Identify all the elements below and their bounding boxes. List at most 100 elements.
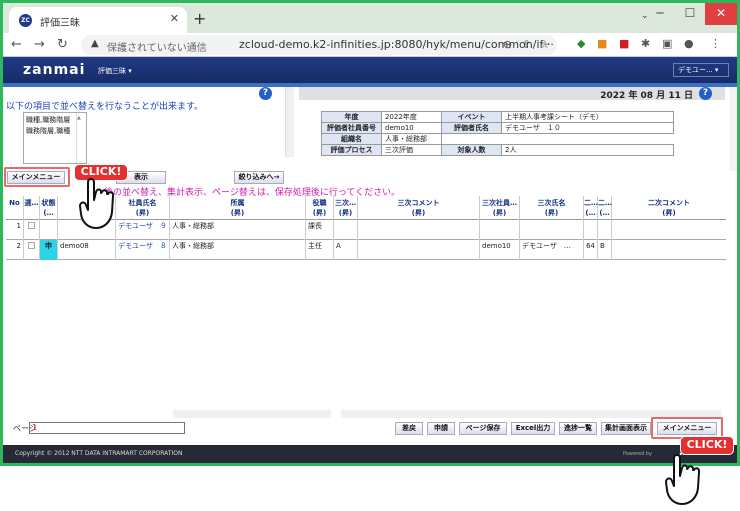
progress-list-button[interactable]: 進捗一覧 [559,422,597,435]
info-value: demo10 [381,122,442,134]
info-label: 評価者社員番号 [321,122,382,134]
info-pane: 2022 年 08 月 11 日 ? 年度 2022年度 イベント 上半期人事考… [299,87,737,157]
sidebar-icon[interactable]: ▣ [662,37,672,50]
info-label: 対象人数 [441,144,502,156]
col-header[interactable]: 所属 (昇) [170,196,306,220]
profile-icon[interactable]: ● [684,37,694,50]
col-header[interactable]: 役職 (昇) [306,196,334,220]
help-icon[interactable]: ? [259,87,272,100]
row-comment3 [358,240,480,260]
window-close-icon[interactable]: ✕ [705,3,737,25]
row-name-link[interactable]: デモユーザ ９ [116,220,170,240]
row-name3 [520,220,584,240]
new-tab-icon[interactable]: + [193,9,206,28]
share-icon[interactable]: ⇪ [522,38,531,51]
info-value: 人事・総務部 [381,133,442,145]
tab-title: 評価三昧 [40,18,80,29]
app-header: zanmai 評価三昧 ▾ デモユー... ▾ [3,57,737,83]
info-header: 2022 年 08 月 11 日 [299,87,725,101]
col-header[interactable]: 二次コメント (昇) [612,196,726,220]
info-value: 上半期人事考課シート（デモ） [501,111,674,123]
col-header[interactable]: 二… (… [598,196,612,220]
info-label: 評価プロセス [321,144,382,156]
col-header[interactable]: 三次氏名 (昇) [520,196,584,220]
info-value: 2022年度 [381,111,442,123]
row-c2: B [598,240,612,260]
pdf-extension-icon[interactable]: ■ [619,37,629,50]
table-row[interactable]: 2 申 demo08 デモユーザ ８ 人事・総務部 主任 A demo10 デモ… [6,240,726,260]
row-comment2 [612,220,726,240]
col-header[interactable]: No [6,196,24,220]
excel-export-button[interactable]: Excel出力 [511,422,555,435]
row-grade3: A [334,240,358,260]
row-status: 申 [40,240,58,260]
star-icon[interactable]: ☆ [540,38,550,51]
scrollbar[interactable] [173,410,331,418]
sort-message: 以下の項目で並べ替えを行なうことが出来ます。 [6,102,204,112]
maximize-icon[interactable]: ☐ [675,3,705,25]
info-label: イベント [441,111,502,123]
app-logo: zanmai [23,62,86,78]
row-no: 2 [6,240,24,260]
info-table: 年度 2022年度 イベント 上半期人事考課シート（デモ） 評価者社員番号 de… [321,111,674,156]
scrollbar[interactable]: ▲ [76,113,84,163]
address-bar: ← → ↻ ▲ 保護されていない通信 zcloud-demo.k2-infini… [3,33,737,57]
puzzle-icon[interactable]: ✱ [641,37,650,50]
remand-button[interactable]: 差戻 [395,422,423,435]
tab-bar: ZC 評価三昧 ✕ + ⌄ ─ ☐ ✕ [3,3,737,33]
info-label: 組織名 [321,133,382,145]
close-tab-icon[interactable]: ✕ [170,12,179,25]
col-header[interactable]: 選… [24,196,40,220]
row-c1: 64 [584,240,598,260]
col-header[interactable]: 三次社員… (昇) [480,196,520,220]
user-menu[interactable]: デモユー... ▾ [673,63,729,77]
extension-icon[interactable]: ◆ [577,37,585,50]
back-icon[interactable]: ← [11,37,22,52]
powered-by: Powered by [623,451,652,457]
sort-listbox[interactable]: 職種,職務階層 職務階層,職種 ▲ [23,112,87,164]
forward-icon[interactable]: → [34,37,45,52]
pointing-hand-icon [79,178,115,229]
help-icon[interactable]: ? [699,87,712,100]
app-menu[interactable]: 評価三昧 ▾ [98,66,132,76]
save-page-button[interactable]: ページ保存 [459,422,507,435]
aggregate-button[interactable]: 集計画面表示 [601,422,651,435]
row-comment3 [358,220,480,240]
sort-pane: ? 以下の項目で並べ替えを行なうことが出来ます。 職種,職務階層 職務階層,職種… [3,87,285,171]
row-emp3: demo10 [480,240,520,260]
info-value: 三次評価 [381,144,442,156]
row-grade3 [334,220,358,240]
col-header[interactable]: 三次… (昇) [334,196,358,220]
apply-button[interactable]: 申請 [427,422,455,435]
current-date: 2022 年 08 月 11 日 [600,91,693,101]
info-label: 評価者氏名 [441,122,502,134]
row-name-link[interactable]: デモユーザ ８ [116,240,170,260]
col-header[interactable]: 三次コメント (昇) [358,196,480,220]
kebab-menu-icon[interactable]: ⋮ [710,37,721,50]
row-id: demo08 [58,240,116,260]
scrollbar[interactable] [729,87,737,171]
row-status [40,220,58,240]
row-post: 主任 [306,240,334,260]
col-header[interactable]: 状態 (… [40,196,58,220]
url-field[interactable]: ▲ 保護されていない通信 zcloud-demo.k2-infinities.j… [81,35,557,55]
minimize-icon[interactable]: ─ [645,3,675,25]
browser-tab[interactable]: ZC 評価三昧 ✕ [9,7,187,33]
info-label: 年度 [321,111,382,123]
filter-button[interactable]: 絞り込みへ→ [234,171,284,184]
info-value: デモユーザ １０ [501,122,674,134]
row-name3: デモユーザ … [520,240,584,260]
col-header[interactable]: 二… (… [584,196,598,220]
footer: Copyright © 2012 NTT DATA INTRAMART CORP… [3,445,737,463]
page-input[interactable]: 1 [29,422,185,434]
empty-cell [502,134,674,145]
zoom-icon[interactable]: ⊖ [503,38,512,51]
row-checkbox[interactable] [24,220,40,240]
extension-icon[interactable]: ■ [597,37,607,50]
browser-window: ZC 評価三昧 ✕ + ⌄ ─ ☐ ✕ ← → ↻ ▲ 保護されていない通信 z… [3,3,737,463]
reload-icon[interactable]: ↻ [57,37,68,52]
col-header[interactable]: 社員氏名 (昇) [116,196,170,220]
empty-cell [442,134,502,145]
row-checkbox[interactable] [24,240,40,260]
scrollbar[interactable] [285,87,294,157]
